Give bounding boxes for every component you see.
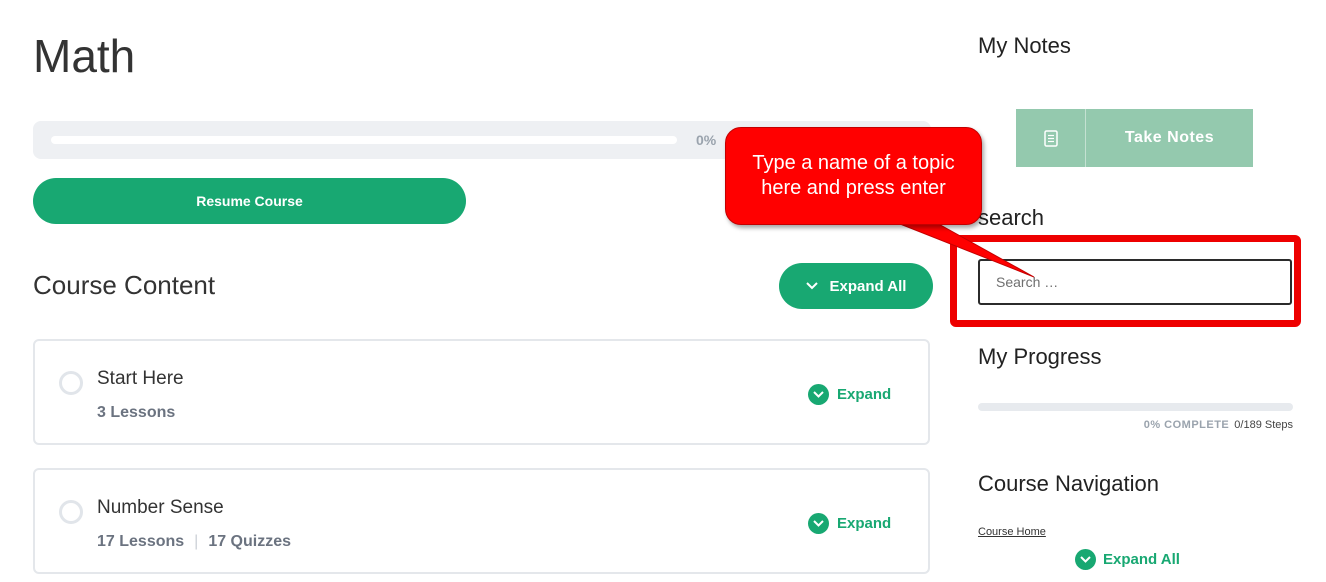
search-input[interactable] [978,259,1292,305]
expand-label: Expand [837,386,892,403]
sidebar-expand-all-label: Expand All [1103,551,1180,568]
steps-label: 0/189 Steps [1234,419,1293,431]
resume-course-button[interactable]: Resume Course [33,178,466,224]
complete-label: 0% COMPLETE [1143,419,1230,431]
chevron-circle-icon [808,384,829,405]
expand-all-button[interactable]: Expand All [779,263,933,309]
lesson-count: 17 Lessons [97,533,185,550]
sidebar-progress-text: 0% COMPLETE 0/189 Steps [978,419,1293,431]
section-card-start-here[interactable]: Start Here 3 Lessons Expand [33,339,930,445]
chevron-down-icon [805,280,818,292]
course-home-link[interactable]: Course Home [978,526,1046,538]
section-title[interactable]: Number Sense [97,497,224,519]
section-card-number-sense[interactable]: Number Sense 17 Lessons | 17 Quizzes Expan… [33,468,930,574]
page-title: Math [33,30,136,82]
annotation-callout: Type a name of a topic here and press en… [725,127,982,225]
lesson-count: 3 Lessons [97,404,176,421]
course-navigation-heading: Course Navigation [978,471,1159,496]
take-notes-button[interactable]: Take Notes [1016,109,1253,167]
course-content-heading: Course Content [33,270,216,300]
expand-section-button[interactable]: Expand [808,513,891,534]
progress-track [51,136,677,144]
course-page: Math 0% Resume Course Course Content Exp… [0,0,1326,582]
meta-divider: | [194,533,199,550]
chevron-circle-icon [1075,549,1096,570]
expand-all-label: Expand All [829,277,907,295]
quiz-count: 17 Quizzes [208,533,292,550]
my-progress-heading: My Progress [978,344,1102,369]
expand-section-button[interactable]: Expand [808,384,891,405]
notes-icon [1016,109,1086,167]
status-circle-icon [59,371,83,395]
chevron-circle-icon [808,513,829,534]
search-heading: search [978,205,1045,230]
sidebar-expand-all-button[interactable]: Expand All [1075,549,1180,570]
section-meta: 17 Lessons | 17 Quizzes [97,533,291,551]
take-notes-label: Take Notes [1124,129,1215,146]
section-title[interactable]: Start Here [97,368,184,390]
my-notes-heading: My Notes [978,33,1071,58]
section-meta: 3 Lessons [97,404,175,422]
progress-percent: 0% [696,132,717,148]
expand-label: Expand [837,515,892,532]
status-circle-icon [59,500,83,524]
sidebar-progress-bar [978,403,1293,411]
